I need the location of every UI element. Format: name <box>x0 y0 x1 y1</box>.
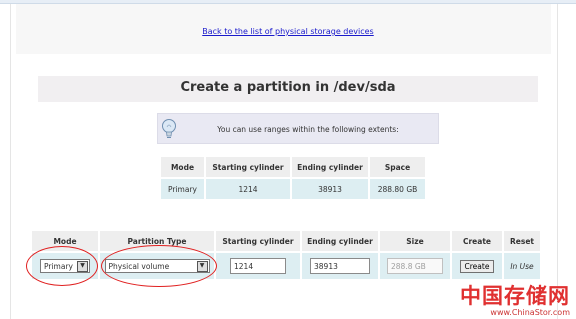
watermark: 中国存储网 www.ChinaStor.com <box>460 284 570 317</box>
form-header-reset: Reset <box>504 231 540 251</box>
page-border-right <box>557 4 558 319</box>
back-to-devices-link[interactable]: Back to the list of physical storage dev… <box>0 27 576 36</box>
form-header-create: Create <box>452 231 502 251</box>
annotation-circle-mode <box>26 246 98 286</box>
reset-status-text: In Use <box>510 261 534 271</box>
form-cell-reset: In Use <box>504 253 540 279</box>
extents-header-space: Space <box>370 157 425 177</box>
extents-cell-space: 288.80 GB <box>370 179 425 199</box>
form-cell-create: Create <box>452 253 502 279</box>
extents-cell-mode: Primary <box>161 179 204 199</box>
extents-cell-starting-cylinder: 1214 <box>206 179 290 199</box>
extents-header-ending-cylinder: Ending cylinder <box>292 157 368 177</box>
form-header-size: Size <box>380 231 450 251</box>
extents-header-mode: Mode <box>161 157 204 177</box>
page-title: Create a partition in /dev/sda <box>180 80 396 95</box>
size-input: 288.8 GB <box>387 258 443 274</box>
form-header-ending-cylinder: Ending cylinder <box>302 231 378 251</box>
starting-cylinder-input[interactable]: 1214 <box>230 258 286 274</box>
watermark-url: www.ChinaStor.com <box>490 308 570 317</box>
page-border-left <box>10 4 11 319</box>
annotation-circle-partition-type <box>101 245 217 287</box>
lightbulb-icon <box>162 119 176 138</box>
extents-header-starting-cylinder: Starting cylinder <box>206 157 290 177</box>
form-cell-starting-cylinder: 1214 <box>216 253 300 279</box>
extents-table: Mode Starting cylinder Ending cylinder S… <box>159 155 427 201</box>
extents-header-row: Mode Starting cylinder Ending cylinder S… <box>161 157 425 177</box>
ending-cylinder-input[interactable]: 38913 <box>310 258 370 274</box>
watermark-brand: 中国存储网 <box>460 284 570 308</box>
form-header-starting-cylinder: Starting cylinder <box>216 231 300 251</box>
extents-cell-ending-cylinder: 38913 <box>292 179 368 199</box>
create-button[interactable]: Create <box>459 259 495 273</box>
info-message-text: You can use ranges within the following … <box>217 125 399 134</box>
extents-row: Primary 1214 38913 288.80 GB <box>161 179 425 199</box>
form-cell-ending-cylinder: 38913 <box>302 253 378 279</box>
form-cell-size: 288.8 GB <box>380 253 450 279</box>
form-header-row: Mode Partition Type Starting cylinder En… <box>32 231 540 251</box>
